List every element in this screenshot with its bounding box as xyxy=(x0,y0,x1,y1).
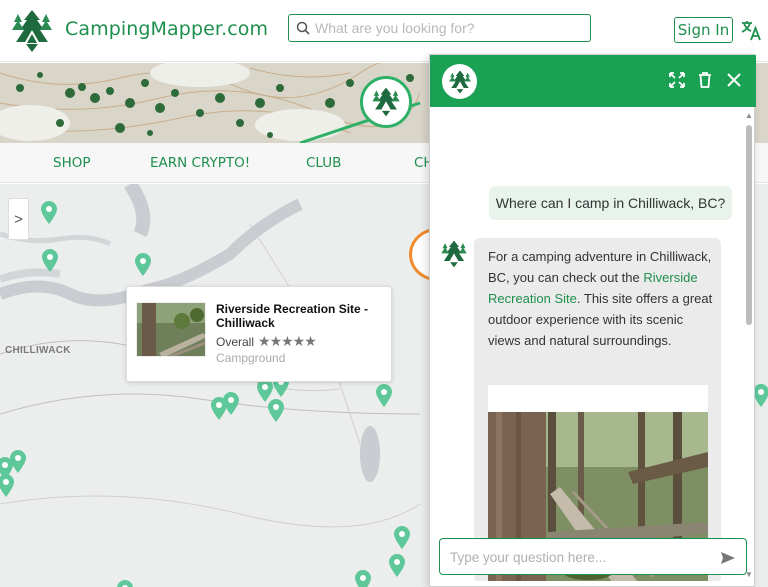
bot-avatar-icon xyxy=(440,238,468,270)
close-icon[interactable] xyxy=(724,70,744,90)
campsite-pin-icon[interactable] xyxy=(0,474,15,498)
bot-message-text: For a camping adventure in Chilliwack, B… xyxy=(488,246,713,351)
campsite-type: Campground xyxy=(216,351,286,365)
campsite-pin-icon[interactable] xyxy=(116,580,134,587)
campsite-pin-icon[interactable] xyxy=(41,249,59,273)
sidebar-expand-button[interactable]: > xyxy=(8,198,29,240)
campsite-rating: Overall ★★★★★ xyxy=(216,333,317,350)
nav-item-earn-crypto[interactable]: EARN CRYPTO! xyxy=(150,155,250,171)
campsite-pin-icon[interactable] xyxy=(393,526,411,550)
campsite-pin-icon[interactable] xyxy=(267,399,285,423)
campsite-pin-icon[interactable] xyxy=(375,384,393,408)
chat-messages[interactable]: Where can I camp in Chilliwack, BC? For … xyxy=(430,107,746,581)
chat-panel: Where can I camp in Chilliwack, BC? For … xyxy=(429,54,756,587)
campsite-pin-icon[interactable] xyxy=(354,570,372,587)
brand-name[interactable]: CampingMapper.com xyxy=(65,18,268,40)
scroll-up-arrow-icon[interactable]: ▲ xyxy=(745,111,753,120)
sign-in-button[interactable]: Sign In xyxy=(674,17,733,43)
chat-question-input[interactable] xyxy=(450,547,710,567)
chat-scrollbar[interactable]: ▲ ▼ xyxy=(744,111,754,581)
chat-input-box[interactable] xyxy=(439,538,747,575)
map-city-label: CHILLIWACK xyxy=(5,345,71,356)
rating-label: Overall xyxy=(216,334,255,349)
site-header: CampingMapper.com Sign In xyxy=(0,0,768,62)
campingmapper-logo-icon[interactable] xyxy=(10,8,54,54)
search-input[interactable] xyxy=(315,18,585,38)
campsite-thumbnail[interactable] xyxy=(136,302,206,357)
search-bar[interactable] xyxy=(288,14,591,42)
campsite-title[interactable]: Riverside Recreation Site - Chilliwack xyxy=(216,302,386,330)
campsite-pin-icon[interactable] xyxy=(40,201,58,225)
campsite-pin-icon[interactable] xyxy=(388,554,406,578)
user-message: Where can I camp in Chilliwack, BC? xyxy=(489,186,732,220)
rating-stars-icon: ★★★★★ xyxy=(258,333,317,349)
search-icon xyxy=(296,21,310,35)
banner-logo-icon xyxy=(360,76,412,128)
trash-icon[interactable] xyxy=(695,70,715,90)
expand-icon[interactable] xyxy=(667,70,687,90)
campsite-pin-icon[interactable] xyxy=(222,392,240,416)
bot-message: For a camping adventure in Chilliwack, B… xyxy=(474,238,721,581)
campsite-popup[interactable]: Riverside Recreation Site - Chilliwack O… xyxy=(126,286,392,382)
scroll-thumb[interactable] xyxy=(746,125,752,325)
chat-bot-avatar-icon xyxy=(442,64,477,99)
chat-header xyxy=(430,55,756,107)
nav-item-club[interactable]: CLUB xyxy=(306,155,341,171)
translate-icon[interactable] xyxy=(739,18,763,42)
send-icon[interactable] xyxy=(720,550,736,566)
nav-item-shop[interactable]: SHOP xyxy=(53,155,91,171)
campsite-pin-icon[interactable] xyxy=(134,253,152,277)
